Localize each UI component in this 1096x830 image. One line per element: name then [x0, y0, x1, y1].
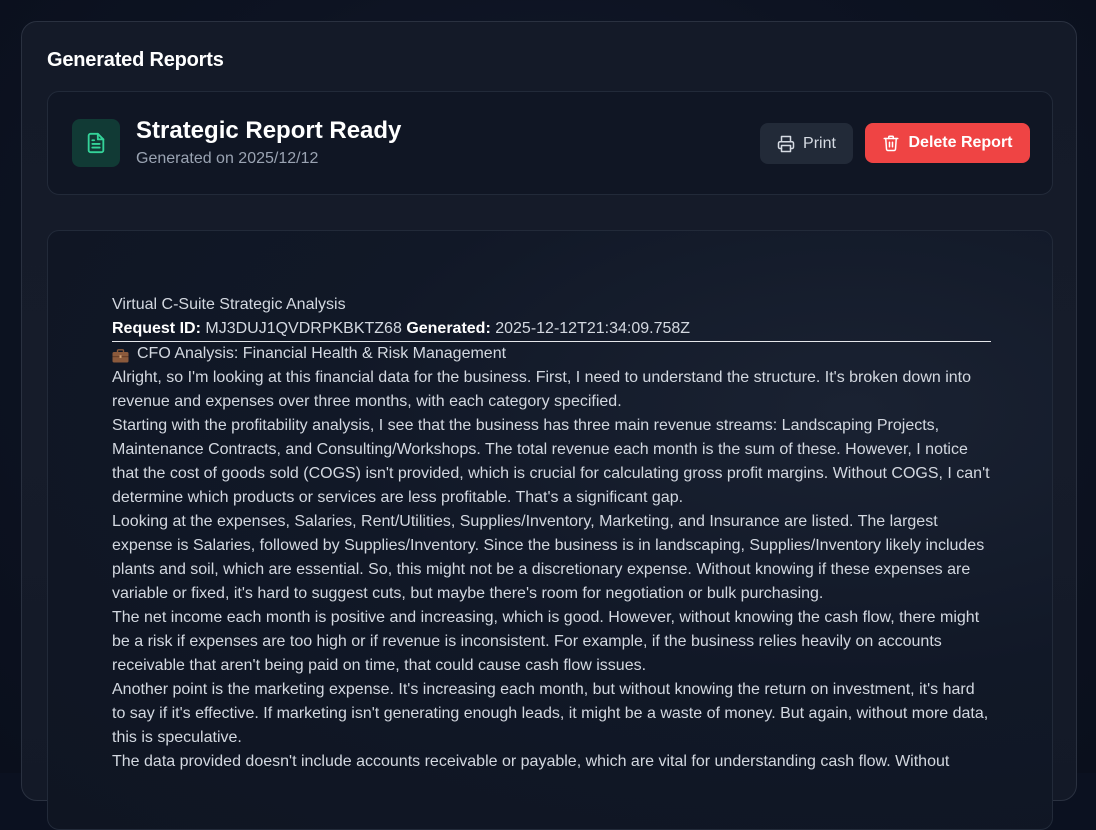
cfo-heading-text: CFO Analysis: Financial Health & Risk Ma…: [137, 345, 507, 362]
printer-icon: [777, 135, 795, 153]
delete-report-button[interactable]: Delete Report: [865, 123, 1030, 163]
report-header-card: Strategic Report Ready Generated on 2025…: [47, 91, 1053, 195]
briefcase-icon: [112, 347, 129, 363]
report-title: Strategic Report Ready: [136, 117, 402, 144]
request-id-label: Request ID:: [112, 320, 201, 337]
report-document: Virtual C-Suite Strategic Analysis Reque…: [112, 293, 991, 774]
cfo-section-heading: CFO Analysis: Financial Health & Risk Ma…: [112, 342, 991, 366]
paragraph: The net income each month is positive an…: [112, 609, 980, 674]
request-meta: Request ID: MJ3DUJ1QVDRPKBKTZ68 Generate…: [112, 317, 991, 342]
paragraph: Starting with the profitability analysis…: [112, 417, 990, 506]
delete-button-label: Delete Report: [908, 134, 1013, 151]
section-title: Generated Reports: [47, 49, 224, 71]
trash-icon: [882, 134, 900, 152]
print-button[interactable]: Print: [760, 123, 853, 164]
document-title: Virtual C-Suite Strategic Analysis: [112, 296, 346, 313]
request-id-value: MJ3DUJ1QVDRPKBKTZ68: [205, 320, 402, 337]
paragraph: Looking at the expenses, Salaries, Rent/…: [112, 513, 985, 602]
print-button-label: Print: [803, 134, 836, 152]
document-icon: [72, 119, 120, 167]
report-generated-date: Generated on 2025/12/12: [136, 150, 319, 167]
generated-value: 2025-12-12T21:34:09.758Z: [495, 320, 691, 337]
paragraph: Another point is the marketing expense. …: [112, 681, 989, 746]
generated-reports-panel: Generated Reports Strategic Report Ready…: [21, 21, 1077, 830]
paragraph: The data provided doesn't include accoun…: [112, 753, 950, 770]
paragraph: Alright, so I'm looking at this financia…: [112, 369, 972, 410]
generated-label: Generated:: [406, 320, 491, 337]
report-content-panel[interactable]: Virtual C-Suite Strategic Analysis Reque…: [47, 230, 1053, 830]
